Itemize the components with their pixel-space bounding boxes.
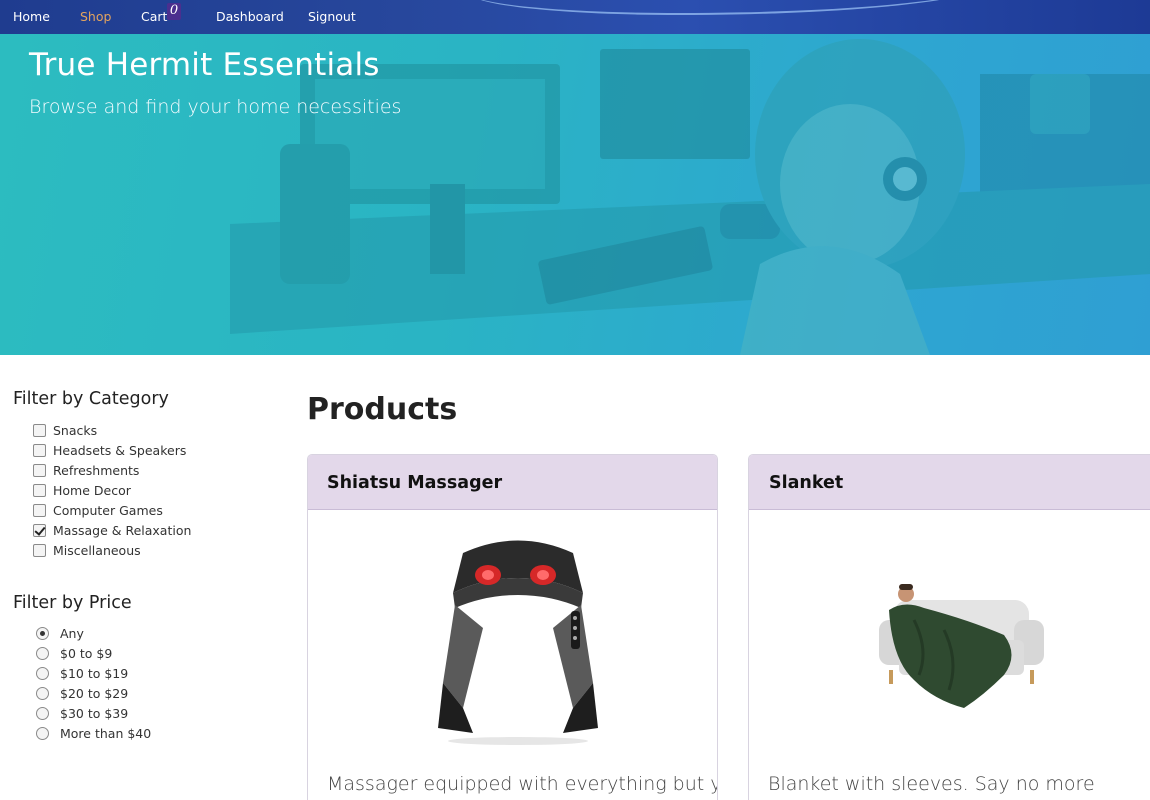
price-radio[interactable] (36, 646, 49, 660)
category-checkbox[interactable] (33, 483, 46, 497)
category-option-massage[interactable]: Massage & Relaxation (33, 521, 191, 539)
top-navbar: Home Shop Cart 0 Dashboard Signout (0, 0, 1150, 34)
category-option-snacks[interactable]: Snacks (33, 421, 97, 439)
site-subtitle: Browse and find your home necessities (29, 96, 402, 118)
product-description: Blanket with sleeves. Say no more (768, 773, 1095, 795)
product-description: Massager equipped with everything but yo… (327, 773, 718, 795)
nav-link-shop[interactable]: Shop (80, 9, 111, 24)
category-option-headsets[interactable]: Headsets & Speakers (33, 441, 186, 459)
price-radio[interactable] (36, 666, 49, 680)
product-name[interactable]: Shiatsu Massager (327, 473, 502, 493)
price-option-0-9[interactable]: $0 to $9 (36, 644, 112, 662)
category-checkbox-checked[interactable] (33, 523, 46, 537)
price-filter-heading: Filter by Price (13, 593, 132, 613)
price-option-any[interactable]: Any (36, 624, 84, 642)
product-card-shiatsu-massager[interactable]: Shiatsu Massager Massager equipped with … (307, 454, 718, 800)
nav-link-dashboard[interactable]: Dashboard (216, 9, 284, 24)
category-checkbox[interactable] (33, 463, 46, 477)
price-label: Any (60, 625, 84, 641)
product-card-slanket[interactable]: Slanket Blanket with sleeves. Say no mor… (748, 454, 1150, 800)
category-checkbox[interactable] (33, 423, 46, 437)
product-card-header: Shiatsu Massager (308, 455, 717, 510)
price-label: $20 to $29 (60, 685, 129, 701)
sleeved-blanket-image[interactable] (874, 580, 1049, 715)
price-radio[interactable] (36, 706, 49, 720)
category-checkbox[interactable] (33, 543, 46, 557)
category-filter-heading: Filter by Category (13, 389, 169, 409)
category-label: Home Decor (53, 482, 131, 498)
price-option-30-39[interactable]: $30 to $39 (36, 704, 128, 722)
price-option-10-19[interactable]: $10 to $19 (36, 664, 128, 682)
price-radio[interactable] (36, 686, 49, 700)
category-label: Massage & Relaxation (53, 522, 192, 538)
neck-massager-image[interactable] (433, 533, 603, 748)
price-label: $30 to $39 (60, 705, 129, 721)
price-option-40-plus[interactable]: More than $40 (36, 724, 151, 742)
category-label: Miscellaneous (53, 542, 141, 558)
category-option-refreshments[interactable]: Refreshments (33, 461, 139, 479)
price-radio[interactable] (36, 726, 49, 740)
category-label: Refreshments (53, 462, 140, 478)
price-label: $0 to $9 (60, 645, 113, 661)
hero-banner: True Hermit Essentials Browse and find y… (0, 34, 1150, 355)
cart-count-badge: 0 (167, 3, 181, 20)
price-label: More than $40 (60, 725, 152, 741)
price-label: $10 to $19 (60, 665, 129, 681)
product-card-header: Slanket (749, 455, 1150, 510)
category-label: Snacks (53, 422, 98, 438)
category-option-home-decor[interactable]: Home Decor (33, 481, 131, 499)
price-radio-checked[interactable] (36, 626, 49, 640)
navbar-sheen-decoration (470, 0, 990, 15)
product-name[interactable]: Slanket (769, 473, 843, 493)
nav-link-cart[interactable]: Cart (141, 9, 167, 24)
category-label: Computer Games (53, 502, 163, 518)
nav-link-signout[interactable]: Signout (308, 9, 356, 24)
category-option-computer-games[interactable]: Computer Games (33, 501, 163, 519)
category-option-miscellaneous[interactable]: Miscellaneous (33, 541, 141, 559)
site-title: True Hermit Essentials (29, 47, 380, 83)
category-label: Headsets & Speakers (53, 442, 187, 458)
products-heading: Products (307, 392, 458, 427)
nav-link-home[interactable]: Home (13, 9, 50, 24)
filter-sidebar: Filter by Category Snacks Headsets & Spe… (0, 355, 290, 800)
price-option-20-29[interactable]: $20 to $29 (36, 684, 128, 702)
category-checkbox[interactable] (33, 503, 46, 517)
category-checkbox[interactable] (33, 443, 46, 457)
